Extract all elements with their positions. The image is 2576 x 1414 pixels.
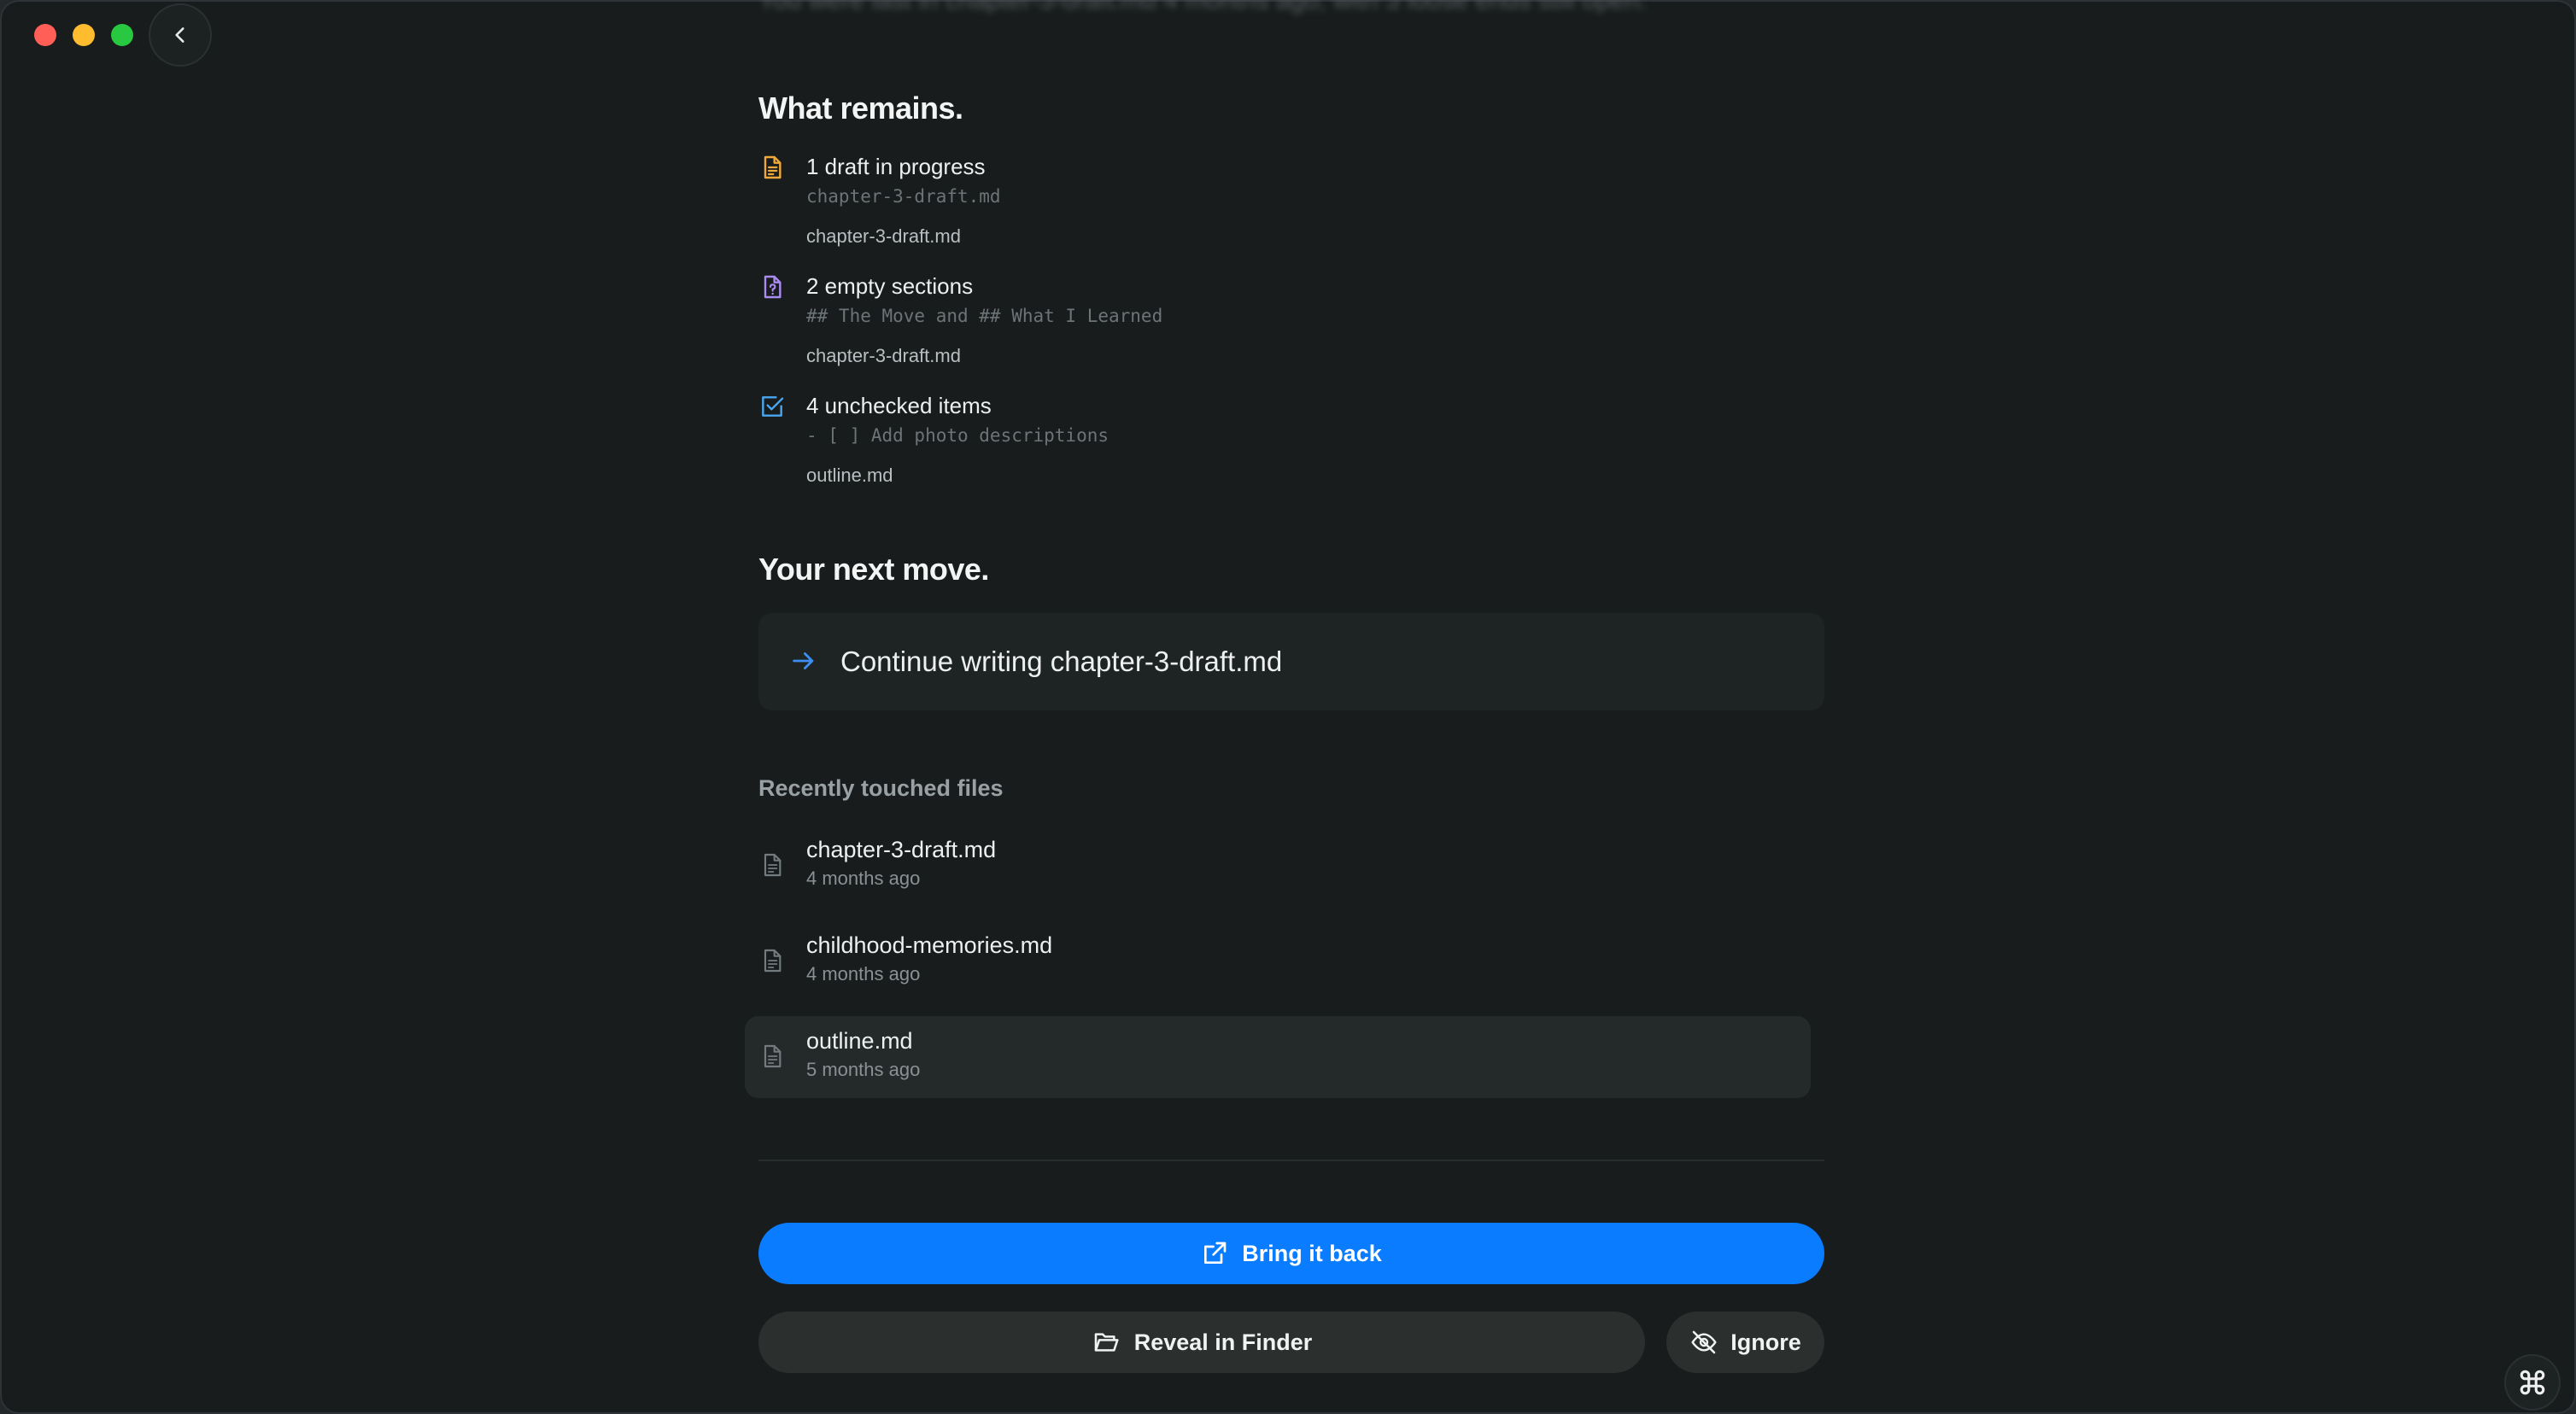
remains-item-title: 4 unchecked items xyxy=(806,393,992,418)
recent-file-name: outline.md xyxy=(806,1028,913,1054)
checkbox-icon xyxy=(762,396,784,417)
file-icon xyxy=(764,1044,782,1068)
remains-item-title: 1 draft in progress xyxy=(806,154,986,179)
recent-file-time: 4 months ago xyxy=(806,868,921,889)
file-icon xyxy=(764,949,782,973)
recent-file-time: 4 months ago xyxy=(806,963,921,985)
ignore-label: Ignore xyxy=(1730,1329,1801,1355)
remains-item-code: - [ ] Add photo descriptions xyxy=(806,425,1109,446)
divider xyxy=(758,1160,1824,1161)
back-button[interactable] xyxy=(150,5,210,65)
remains-item-code: ## The Move and ## What I Learned xyxy=(806,306,1163,326)
remains-item-title: 2 empty sections xyxy=(806,273,974,299)
bring-it-back-label: Bring it back xyxy=(1242,1240,1382,1266)
recent-file-time: 5 months ago xyxy=(806,1059,921,1080)
chevron-left-icon xyxy=(175,27,184,43)
recent-file-name: childhood-memories.md xyxy=(806,932,1053,958)
file-icon xyxy=(764,853,782,877)
remains-item-file[interactable]: chapter-3-draft.md xyxy=(806,225,961,248)
zoom-window-button[interactable] xyxy=(111,24,133,46)
recent-file-row[interactable]: childhood-memories.md 4 months ago xyxy=(745,920,1811,1002)
eye-off-icon xyxy=(1691,1330,1717,1354)
next-move-heading: Your next move. xyxy=(758,552,989,587)
ignore-button[interactable]: Ignore xyxy=(1666,1312,1824,1373)
remains-item-file[interactable]: chapter-3-draft.md xyxy=(806,345,961,367)
recent-file-row[interactable]: outline.md 5 months ago xyxy=(745,1016,1811,1098)
recent-file-row[interactable]: chapter-3-draft.md 4 months ago xyxy=(745,825,1811,907)
reveal-in-finder-label: Reveal in Finder xyxy=(1133,1329,1313,1355)
folder-open-icon xyxy=(1094,1333,1119,1352)
document-icon xyxy=(764,155,782,179)
app-window: You were last in chapter-3-draft.md 4 mo… xyxy=(0,0,2576,1414)
arrow-right-icon xyxy=(793,652,814,669)
command-icon xyxy=(2520,1370,2545,1395)
recent-file-name: chapter-3-draft.md xyxy=(806,837,997,862)
next-move-label[interactable]: Continue writing chapter-3-draft.md xyxy=(840,646,1282,678)
question-document-icon xyxy=(764,275,782,299)
intro-text: You were last in chapter-3-draft.md 4 mo… xyxy=(758,0,1647,15)
bring-it-back-button[interactable]: Bring it back xyxy=(758,1223,1824,1284)
external-link-icon xyxy=(1204,1242,1227,1264)
recent-files-heading: Recently touched files xyxy=(758,775,1004,801)
remains-item-file[interactable]: outline.md xyxy=(806,465,893,487)
command-button[interactable] xyxy=(2506,1356,2559,1409)
remains-item-code: chapter-3-draft.md xyxy=(806,186,1001,207)
what-remains-heading: What remains. xyxy=(758,91,963,126)
close-window-button[interactable] xyxy=(34,24,56,46)
minimize-window-button[interactable] xyxy=(73,24,95,46)
reveal-in-finder-button[interactable]: Reveal in Finder xyxy=(758,1312,1645,1373)
